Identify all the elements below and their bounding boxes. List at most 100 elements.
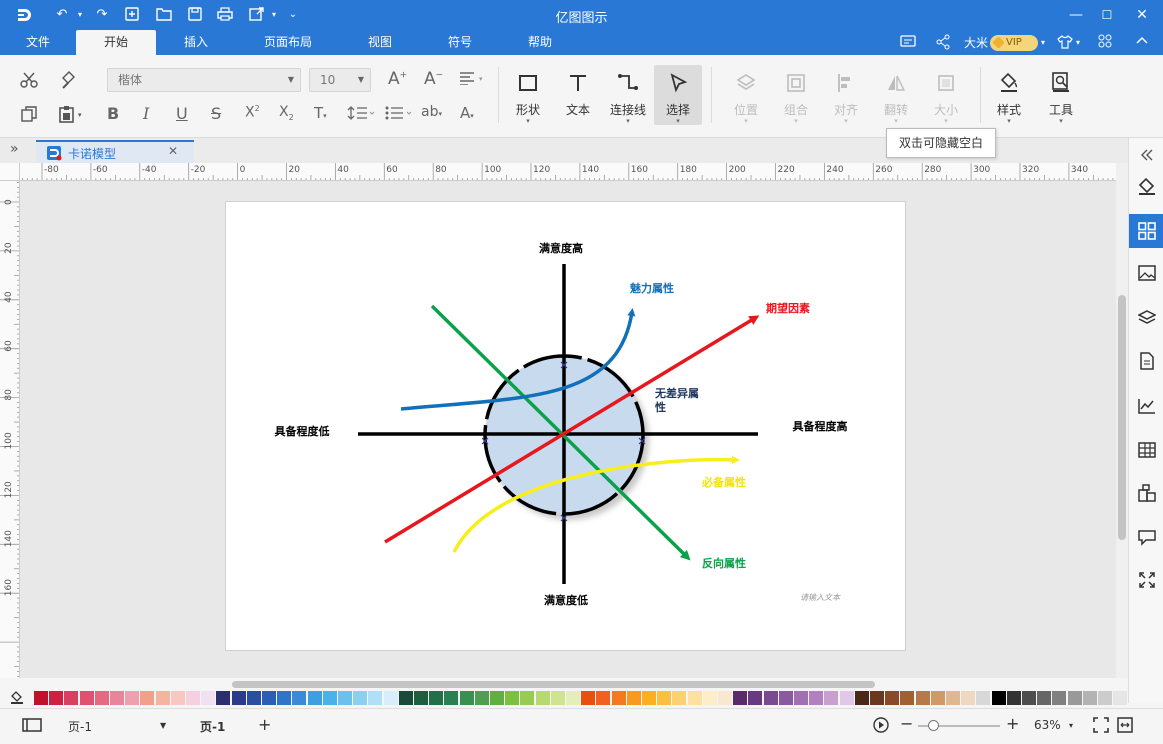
color-swatch[interactable] (292, 691, 307, 705)
tab-view[interactable]: 视图 (356, 30, 404, 55)
close-window-button[interactable]: ✕ (1132, 5, 1152, 25)
tab-page-layout[interactable]: 页面布局 (252, 30, 324, 55)
color-swatch[interactable] (520, 691, 535, 705)
decrease-font-icon[interactable]: A− (424, 69, 443, 89)
color-swatch[interactable] (110, 691, 124, 705)
color-swatch[interactable] (474, 691, 489, 705)
color-swatch[interactable] (733, 691, 748, 705)
color-swatch[interactable] (490, 691, 504, 705)
color-swatch[interactable] (687, 691, 702, 705)
color-swatch[interactable] (1113, 691, 1128, 705)
color-swatch[interactable] (64, 691, 79, 705)
color-swatch[interactable] (444, 691, 459, 705)
text-align-icon[interactable] (459, 71, 475, 85)
size-button[interactable]: 大小 ▾ (922, 65, 970, 125)
cut-icon[interactable] (20, 71, 38, 89)
color-swatch[interactable] (414, 691, 428, 705)
increase-font-icon[interactable]: A+ (388, 69, 407, 89)
color-swatch[interactable] (839, 691, 854, 705)
color-swatch[interactable] (961, 691, 976, 705)
subscript-icon[interactable]: X2 (279, 104, 294, 122)
color-swatch[interactable] (1067, 691, 1082, 705)
color-swatch[interactable] (170, 691, 185, 705)
color-swatch[interactable] (794, 691, 808, 705)
color-swatch[interactable] (231, 691, 246, 705)
page-select-dropdown-icon[interactable]: ▼ (160, 721, 166, 730)
maximize-button[interactable]: ☐ (1097, 5, 1117, 25)
format-painter-icon[interactable] (60, 69, 78, 89)
color-swatch[interactable] (1052, 691, 1067, 705)
font-size-select[interactable]: 10 ▼ (309, 68, 371, 92)
theme-shirt-icon[interactable] (1057, 34, 1073, 52)
group-button[interactable]: 组合 ▾ (772, 65, 820, 125)
color-swatch[interactable] (429, 691, 444, 705)
color-swatch[interactable] (566, 691, 580, 705)
color-swatch[interactable] (915, 691, 930, 705)
shape-tool-button[interactable]: 形状 ▾ (504, 65, 552, 125)
close-tab-icon[interactable]: ✕ (168, 144, 178, 158)
select-tool-button[interactable]: 选择 ▾ (654, 65, 702, 125)
color-swatch[interactable] (870, 691, 884, 705)
paste-icon[interactable] (58, 105, 76, 123)
copy-icon[interactable] (20, 105, 38, 123)
color-swatch[interactable] (353, 691, 368, 705)
color-swatch[interactable] (626, 691, 641, 705)
zoom-slider-handle[interactable] (928, 720, 939, 731)
fit-width-icon[interactable] (1117, 717, 1133, 736)
position-button[interactable]: 位置 ▾ (722, 65, 770, 125)
color-swatch[interactable] (1082, 691, 1097, 705)
theme-dropdown-icon[interactable]: ▾ (1076, 34, 1080, 52)
color-swatch[interactable] (991, 691, 1006, 705)
label-indifferent-attribute-line1[interactable]: 无差异属 (654, 386, 699, 400)
color-swatch[interactable] (216, 691, 231, 705)
theme-panel-button[interactable] (1129, 476, 1163, 510)
bullet-list-icon[interactable] (385, 106, 413, 120)
symbol-library-panel-button[interactable] (1129, 214, 1163, 248)
label-indifferent-attribute-line2[interactable]: 性 (655, 400, 666, 414)
line-spacing-icon[interactable] (347, 106, 375, 120)
label-expected-factor[interactable]: 期望因素 (766, 301, 810, 315)
font-color-icon[interactable]: A▾ (460, 104, 474, 122)
color-swatch[interactable] (763, 691, 778, 705)
add-page-icon[interactable]: + (258, 715, 271, 734)
color-swatch[interactable] (338, 691, 352, 705)
tab-file[interactable]: 文件 (14, 30, 62, 55)
page-select[interactable]: 页-1 (68, 718, 92, 735)
color-swatch[interactable] (930, 691, 945, 705)
label-reverse-attribute[interactable]: 反向属性 (702, 556, 746, 570)
horizontal-scroll-thumb[interactable] (232, 681, 875, 688)
vip-badge[interactable]: VIP (990, 35, 1038, 51)
collapse-panel-button[interactable] (1129, 138, 1163, 172)
expand-library-icon[interactable]: » (10, 141, 19, 157)
share-icon[interactable] (935, 34, 951, 52)
fit-panel-button[interactable] (1129, 563, 1163, 597)
bold-icon[interactable]: B (107, 104, 119, 123)
flip-button[interactable]: 翻转 ▾ (872, 65, 920, 125)
color-swatch[interactable] (1022, 691, 1036, 705)
chart-panel-button[interactable] (1129, 389, 1163, 423)
zoom-dropdown-icon[interactable]: ▾ (1069, 721, 1073, 730)
color-swatch[interactable] (94, 691, 109, 705)
image-panel-button[interactable] (1129, 256, 1163, 290)
page-panel-button[interactable] (1129, 344, 1163, 378)
color-swatch[interactable] (79, 691, 94, 705)
color-swatch[interactable] (398, 691, 413, 705)
color-swatch[interactable] (778, 691, 793, 705)
color-swatch[interactable] (246, 691, 261, 705)
color-swatch[interactable] (459, 691, 474, 705)
tab-help[interactable]: 帮助 (516, 30, 564, 55)
tab-symbols[interactable]: 符号 (436, 30, 484, 55)
color-swatch[interactable] (550, 691, 565, 705)
text-case-icon[interactable]: T▾ (314, 104, 327, 122)
color-swatch[interactable] (368, 691, 383, 705)
color-swatch[interactable] (505, 691, 520, 705)
layers-panel-button[interactable] (1129, 301, 1163, 335)
color-swatch[interactable] (535, 691, 550, 705)
color-swatch[interactable] (657, 691, 672, 705)
paste-dropdown-icon[interactable]: ▾ (78, 111, 82, 119)
axis-label-top[interactable]: 满意度高 (539, 241, 583, 255)
table-panel-button[interactable] (1129, 433, 1163, 467)
font-family-select[interactable]: 楷体 ▼ (107, 68, 301, 92)
tab-insert[interactable]: 插入 (172, 30, 220, 55)
axis-label-bottom[interactable]: 满意度低 (544, 593, 588, 607)
